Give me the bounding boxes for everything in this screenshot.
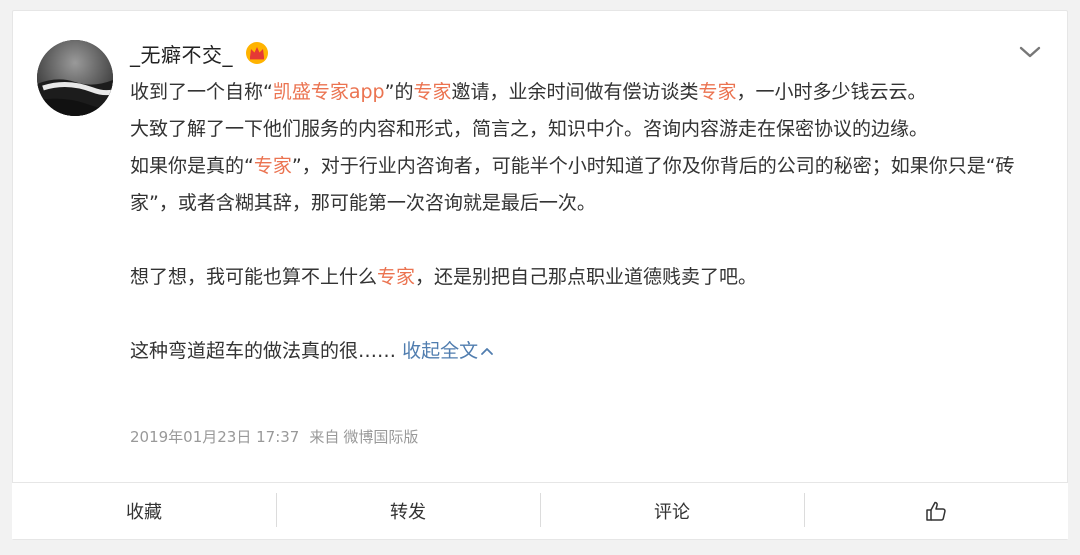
source-prefix: 来自: [309, 428, 340, 446]
like-button[interactable]: [804, 483, 1068, 539]
comment-label: 评论: [654, 502, 690, 523]
comment-button[interactable]: 评论: [540, 483, 804, 539]
text: 如果你是真的“: [130, 155, 254, 177]
paragraph-4: 想了想，我可能也算不上什么专家，还是别把自己那点职业道德贱卖了吧。: [130, 259, 1035, 296]
thumbs-up-icon: [926, 501, 946, 521]
post-content: 收到了一个自称“凯盛专家app”的专家邀请，业余时间做有偿访谈类专家，一小时多少…: [130, 74, 1035, 370]
text: ，一小时多少钱云云。: [736, 81, 927, 103]
chevron-up-icon: [481, 348, 493, 355]
topic-link-expert[interactable]: 专家: [254, 155, 292, 177]
post-meta: 2019年01月23日 17:37 来自 微博国际版: [130, 426, 428, 447]
text: 这种弯道超车的做法真的很……: [130, 340, 397, 362]
avatar[interactable]: [37, 40, 113, 116]
app-link[interactable]: 凯盛专家app: [273, 81, 385, 103]
topic-link-expert[interactable]: 专家: [698, 81, 736, 103]
username[interactable]: _无癖不交_: [130, 39, 233, 68]
favorite-label: 收藏: [126, 502, 162, 523]
repost-button[interactable]: 转发: [276, 483, 540, 539]
text: 想了想，我可能也算不上什么: [130, 266, 378, 288]
text: ，还是别把自己那点职业道德贱卖了吧。: [415, 266, 758, 288]
favorite-button[interactable]: 收藏: [12, 483, 276, 539]
chevron-down-icon[interactable]: [1018, 42, 1042, 62]
text: 收到了一个自称“: [130, 81, 273, 103]
text: ”的: [384, 81, 414, 103]
paragraph-1: 收到了一个自称“凯盛专家app”的专家邀请，业余时间做有偿访谈类专家，一小时多少…: [130, 74, 1035, 111]
paragraph-5: 这种弯道超车的做法真的很…… 收起全文: [130, 333, 1035, 370]
topic-link-expert[interactable]: 专家: [377, 266, 415, 288]
crown-icon: [245, 41, 269, 65]
topic-link-expert[interactable]: 专家: [413, 81, 451, 103]
collapse-link[interactable]: 收起全文: [402, 340, 494, 362]
repost-label: 转发: [390, 502, 426, 523]
paragraph-3: 如果你是真的“专家”，对于行业内咨询者，可能半个小时知道了你及你背后的公司的秘密…: [130, 148, 1035, 222]
text: 邀请，业余时间做有偿访谈类: [451, 81, 699, 103]
paragraph-2: 大致了解了一下他们服务的内容和形式，简言之，知识中介。咨询内容游走在保密协议的边…: [130, 118, 929, 140]
source[interactable]: 微博国际版: [343, 428, 418, 446]
timestamp[interactable]: 2019年01月23日 17:37: [130, 428, 299, 446]
collapse-label: 收起全文: [402, 340, 479, 362]
action-bar: 收藏 转发 评论: [12, 482, 1068, 539]
